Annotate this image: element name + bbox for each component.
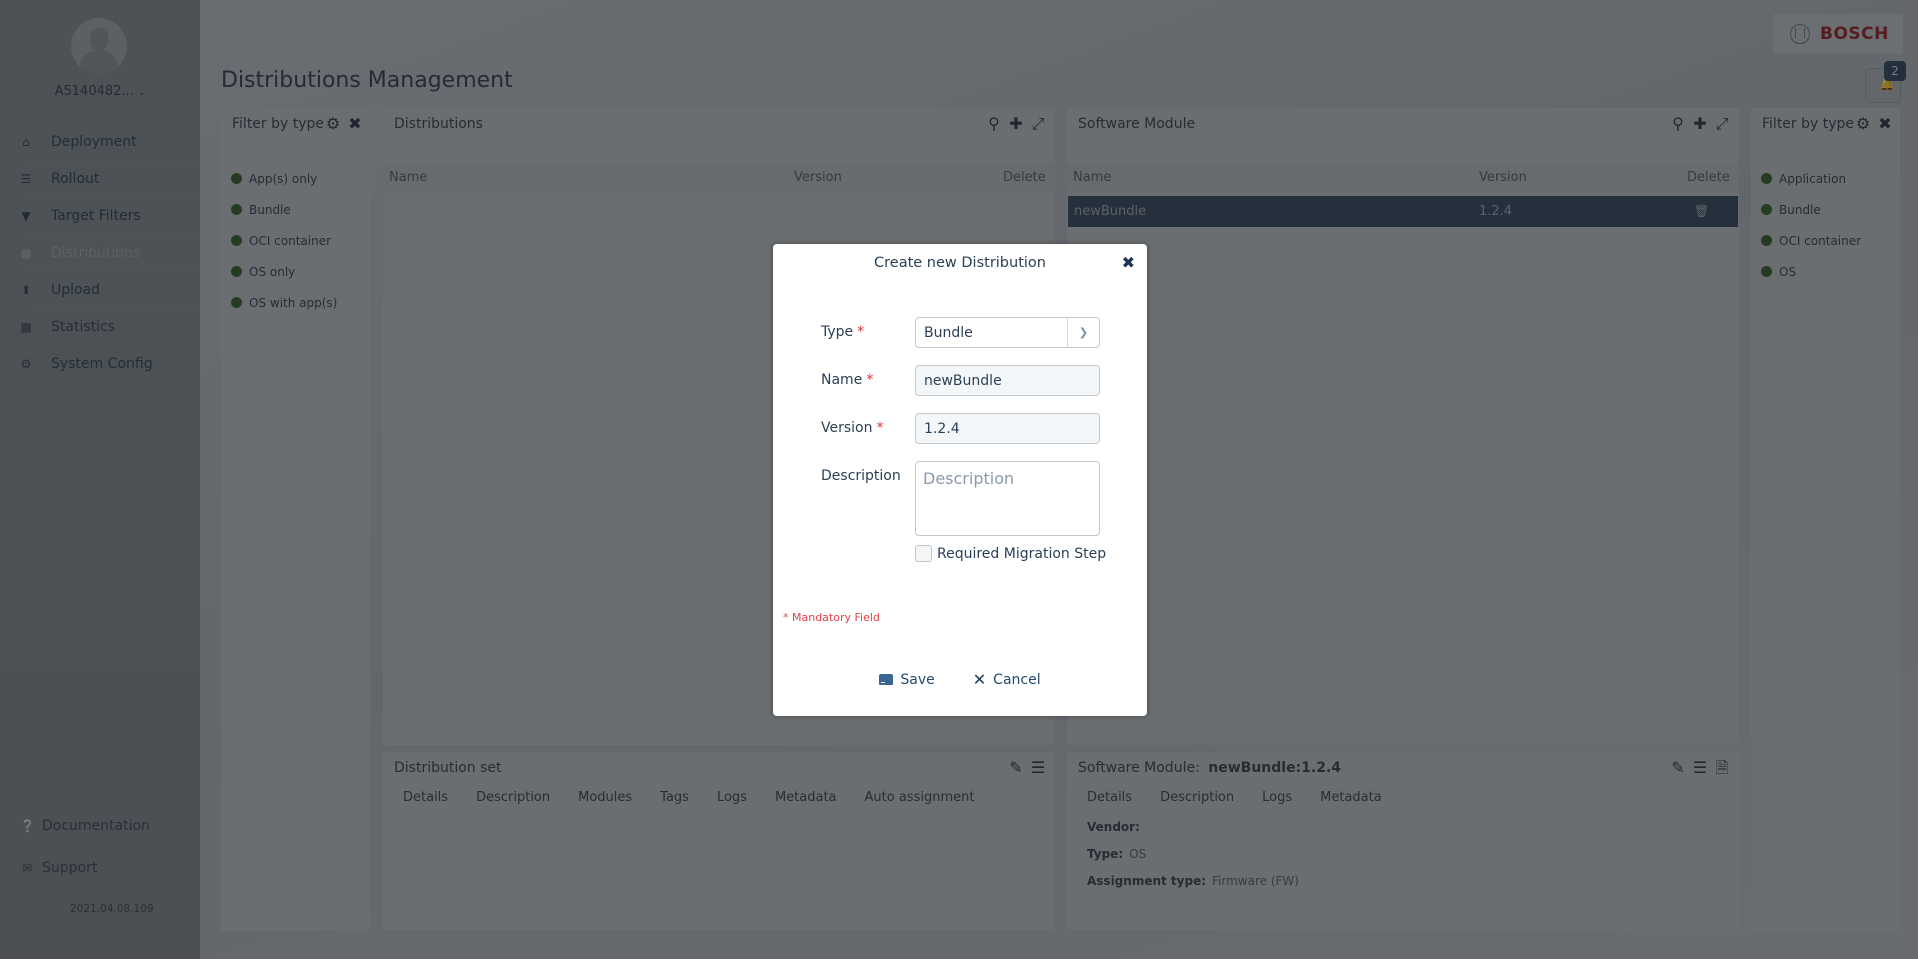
close-icon: ✕ bbox=[972, 670, 987, 689]
checkbox-label: Required Migration Step bbox=[937, 545, 1107, 562]
type-label-text: Type bbox=[821, 324, 854, 340]
dialog-buttons: Save ✕ Cancel bbox=[773, 670, 1147, 689]
version-label: Version * bbox=[821, 420, 883, 436]
name-label-text: Name bbox=[821, 372, 863, 388]
chevron-down-icon[interactable]: ❯ bbox=[1067, 318, 1099, 347]
required-marker: * bbox=[876, 420, 884, 436]
cancel-button[interactable]: ✕ Cancel bbox=[973, 670, 1041, 689]
dialog-title: Create new Distribution bbox=[874, 255, 1046, 271]
required-marker: * bbox=[866, 372, 874, 388]
version-input[interactable] bbox=[915, 413, 1100, 444]
mandatory-field-note: * Mandatory Field bbox=[783, 611, 880, 624]
cancel-label: Cancel bbox=[993, 671, 1041, 688]
type-label: Type * bbox=[821, 324, 864, 340]
description-textarea[interactable] bbox=[915, 461, 1100, 536]
type-select-value: Bundle bbox=[924, 324, 973, 341]
save-button[interactable]: Save bbox=[879, 670, 935, 689]
type-select[interactable]: Bundle ❯ bbox=[915, 317, 1100, 348]
checkbox-box[interactable] bbox=[915, 545, 932, 562]
name-input[interactable] bbox=[915, 365, 1100, 396]
save-icon bbox=[879, 674, 894, 685]
create-distribution-dialog: Create new Distribution ✖ Type * Bundle ❯… bbox=[773, 244, 1147, 716]
save-label: Save bbox=[900, 671, 935, 688]
required-migration-step-checkbox[interactable]: Required Migration Step bbox=[915, 545, 1106, 562]
close-icon[interactable]: ✖ bbox=[1122, 253, 1135, 272]
required-marker: * bbox=[857, 324, 865, 340]
description-label: Description bbox=[821, 468, 901, 484]
version-label-text: Version bbox=[821, 420, 873, 436]
name-label: Name * bbox=[821, 372, 873, 388]
